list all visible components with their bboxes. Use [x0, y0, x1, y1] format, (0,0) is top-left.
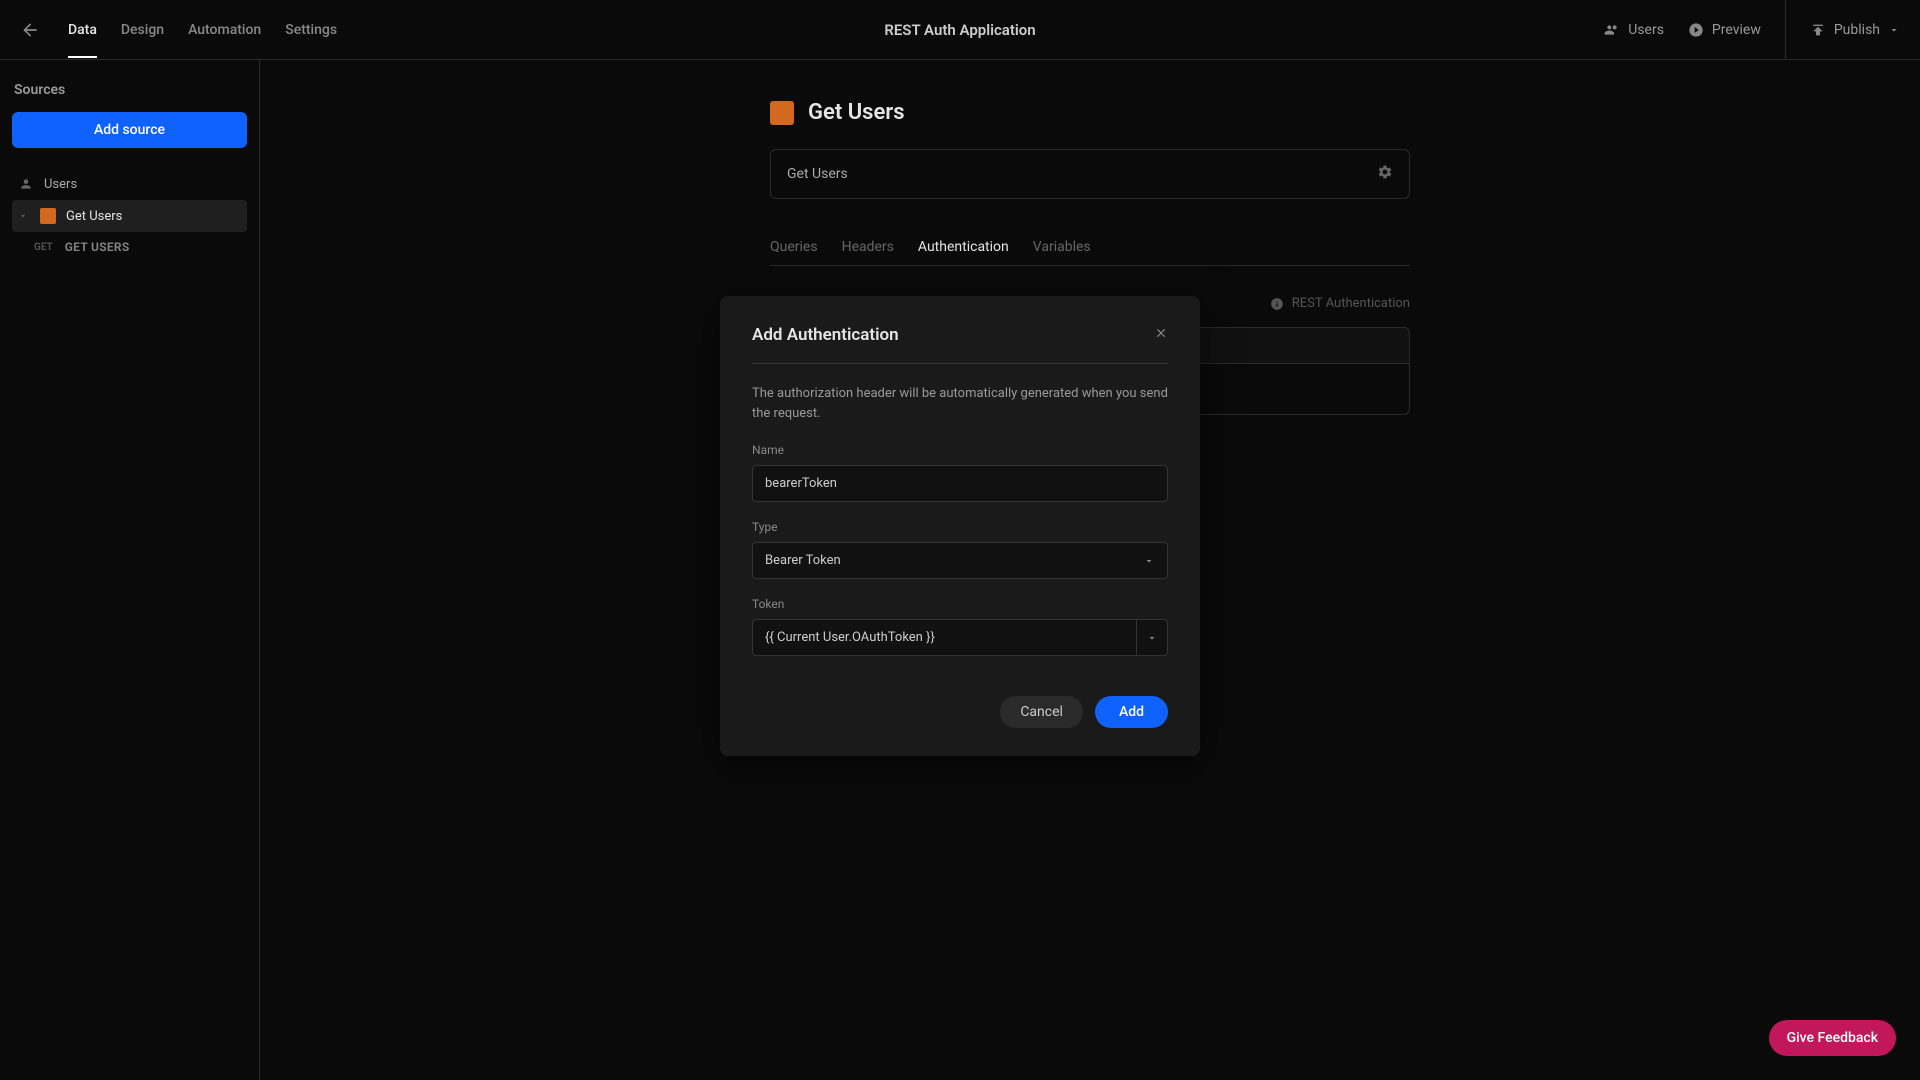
- add-authentication-modal: Add Authentication The authorization hea…: [720, 296, 1200, 756]
- modal-actions: Cancel Add: [752, 696, 1168, 728]
- sidebar-item-users[interactable]: Users: [12, 168, 247, 200]
- app-title: REST Auth Application: [884, 21, 1035, 39]
- topbar-left: Data Design Automation Settings: [20, 2, 1604, 58]
- sidebar-title: Sources: [12, 76, 247, 112]
- give-feedback-button[interactable]: Give Feedback: [1769, 1020, 1896, 1056]
- chevron-down-icon: [18, 211, 28, 221]
- nav-tab-data[interactable]: Data: [68, 2, 97, 58]
- name-label: Name: [752, 443, 1168, 457]
- token-label: Token: [752, 597, 1168, 611]
- token-row: [752, 619, 1168, 656]
- cancel-button[interactable]: Cancel: [1000, 696, 1083, 728]
- tab-variables[interactable]: Variables: [1033, 229, 1091, 265]
- form-group-token: Token: [752, 597, 1168, 656]
- rest-icon: [40, 208, 56, 224]
- sidebar: Sources Add source Users Get Users GET G…: [0, 60, 260, 1080]
- nav-tab-design[interactable]: Design: [121, 2, 164, 58]
- users-icon: [1604, 22, 1620, 38]
- chevron-down-icon: [1143, 555, 1155, 567]
- token-input[interactable]: [752, 619, 1136, 656]
- sidebar-item-get-users[interactable]: Get Users: [12, 200, 247, 232]
- type-select[interactable]: Bearer Token: [752, 542, 1168, 579]
- publish-button[interactable]: Publish: [1785, 0, 1900, 60]
- name-input-row: [770, 149, 1410, 199]
- preview-label: Preview: [1712, 22, 1761, 38]
- settings-button[interactable]: [1377, 164, 1393, 184]
- form-group-name: Name: [752, 443, 1168, 502]
- nav-tab-settings[interactable]: Settings: [285, 2, 337, 58]
- method-badge: GET: [34, 242, 53, 253]
- topbar: Data Design Automation Settings REST Aut…: [0, 0, 1920, 60]
- rest-icon: [770, 101, 794, 125]
- tab-queries[interactable]: Queries: [770, 229, 818, 265]
- publish-label: Publish: [1834, 22, 1880, 38]
- preview-button[interactable]: Preview: [1688, 22, 1761, 38]
- publish-icon: [1810, 22, 1826, 38]
- play-icon: [1688, 22, 1704, 38]
- sidebar-subitem-get-users[interactable]: GET GET USERS: [12, 232, 247, 262]
- tab-headers[interactable]: Headers: [842, 229, 894, 265]
- users-table-icon: [18, 176, 34, 192]
- tab-authentication[interactable]: Authentication: [918, 229, 1009, 265]
- users-label: Users: [1628, 22, 1664, 38]
- auth-info-label: REST Authentication: [1292, 296, 1410, 311]
- users-button[interactable]: Users: [1604, 22, 1664, 38]
- back-button[interactable]: [20, 20, 40, 40]
- add-source-button[interactable]: Add source: [12, 112, 247, 148]
- gear-icon: [1377, 164, 1393, 180]
- type-value: Bearer Token: [765, 553, 841, 568]
- nav-tabs: Data Design Automation Settings: [68, 2, 337, 58]
- token-dropdown-button[interactable]: [1136, 619, 1168, 656]
- sidebar-subitem-label: GET USERS: [65, 240, 130, 254]
- modal-description: The authorization header will be automat…: [752, 384, 1168, 423]
- nav-tab-automation[interactable]: Automation: [188, 2, 261, 58]
- sidebar-item-label: Get Users: [66, 209, 122, 224]
- name-input[interactable]: [752, 465, 1168, 502]
- page-title: Get Users: [808, 100, 905, 125]
- form-group-type: Type Bearer Token: [752, 520, 1168, 579]
- modal-title: Add Authentication: [752, 325, 899, 345]
- chevron-down-icon: [1146, 632, 1158, 644]
- type-label: Type: [752, 520, 1168, 534]
- sub-tabs: Queries Headers Authentication Variables: [770, 229, 1410, 266]
- topbar-right: Users Preview Publish: [1604, 0, 1900, 60]
- page-header: Get Users: [770, 100, 1410, 125]
- close-icon: [1154, 326, 1168, 340]
- sidebar-item-label: Users: [44, 177, 77, 192]
- modal-header: Add Authentication: [752, 324, 1168, 364]
- arrow-left-icon: [20, 20, 40, 40]
- info-icon: [1270, 297, 1284, 311]
- add-button[interactable]: Add: [1095, 696, 1168, 728]
- close-button[interactable]: [1154, 324, 1168, 345]
- chevron-down-icon: [1888, 24, 1900, 36]
- source-name-input[interactable]: [787, 166, 1377, 182]
